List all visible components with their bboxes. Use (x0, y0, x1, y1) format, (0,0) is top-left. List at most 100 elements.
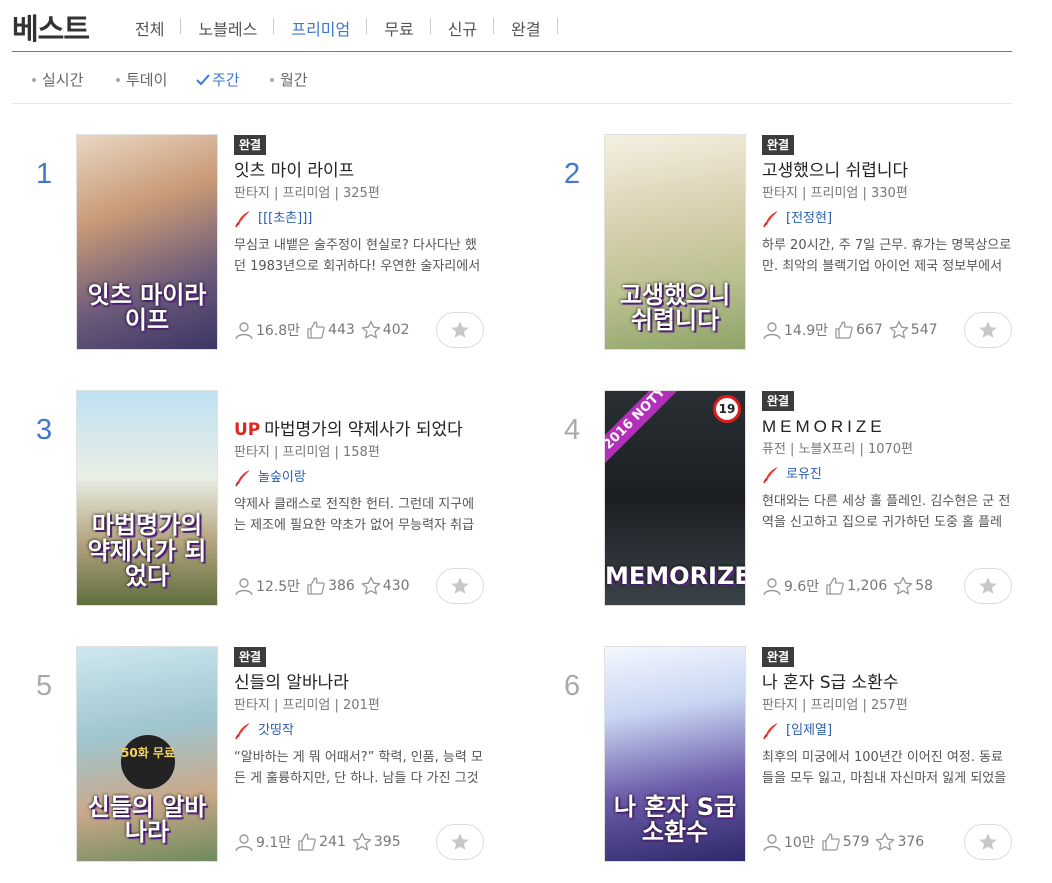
views-count: 9.6만 (784, 579, 820, 595)
book-stats: 14.9만 667 547 (762, 320, 944, 340)
ranking-item[interactable]: 1 잇츠 마이라이프 완결 잇츠 마이 라이프 판타지 | 프리미엄 | 325편 [[[… (36, 134, 516, 350)
likes-stat: 443 (306, 320, 355, 340)
book-cover[interactable]: 잇츠 마이라이프 (76, 134, 218, 350)
author-link[interactable]: 로유진 (762, 465, 1012, 485)
age-19-badge: 19 (713, 395, 741, 423)
book-title[interactable]: 나 혼자 S급 소환수 (762, 672, 1012, 694)
author-name: [임제열] (786, 723, 833, 738)
bullet-icon (270, 77, 274, 82)
stars-stat: 402 (361, 320, 410, 340)
ranking-item[interactable]: 4 2016 NOTY 19 MEMORIZE 완결 MEMORIZE 퓨전 | 노블X프리… (564, 390, 1044, 606)
rank-number: 6 (564, 670, 581, 702)
stars-count: 402 (382, 322, 410, 338)
book-cover[interactable]: 마법명가의 약제사가 되었다 (76, 390, 218, 606)
book-description: 하루 20시간, 주 7일 근무. 휴가는 명목상으로만. 최악의 블랙기업 아… (762, 238, 1012, 274)
views-count: 14.9만 (784, 323, 829, 339)
author-link[interactable]: [[[초촌]]] (234, 209, 484, 229)
book-cover[interactable]: 고생했으니 쉬렵니다 (604, 134, 746, 350)
completed-badge: 완결 (762, 391, 795, 411)
book-title[interactable]: 신들의 알바나라 (234, 672, 484, 694)
book-stats: 16.8만 443 402 (234, 320, 416, 340)
subtab-realtime[interactable]: 실시간 (32, 69, 83, 90)
tab-all[interactable]: 전체 (118, 16, 182, 40)
favorite-button[interactable] (436, 568, 484, 604)
ranking-item[interactable]: 5 50화 무료 신들의 알바나라 완결 신들의 알바나라 판타지 | 프리미엄 | 20… (36, 646, 516, 862)
completed-badge: 완결 (234, 647, 267, 667)
author-link[interactable]: 놀숲이랑 (234, 468, 484, 488)
cover-title: 신들의 알바나라 (87, 792, 207, 846)
favorite-button[interactable] (436, 312, 484, 348)
rank-number: 2 (564, 158, 581, 190)
book-title-text: 잇츠 마이 라이프 (234, 161, 355, 181)
favorite-button[interactable] (436, 824, 484, 860)
tab-new[interactable]: 신규 (431, 16, 495, 40)
author-name: [전정현] (786, 211, 833, 226)
person-icon (235, 322, 253, 340)
person-icon (763, 578, 781, 596)
favorite-button[interactable] (964, 568, 1012, 604)
likes-count: 667 (856, 322, 883, 338)
tab-premium[interactable]: 프리미엄 (274, 16, 368, 40)
author-name: 놀숲이랑 (258, 470, 306, 485)
book-title-text: 신들의 알바나라 (234, 673, 349, 693)
person-icon (235, 578, 253, 596)
book-cover[interactable]: 나 혼자 S급 소환수 (604, 646, 746, 862)
subtab-monthly[interactable]: 월간 (270, 69, 308, 90)
subtab-today[interactable]: 투데이 (116, 69, 167, 90)
ranking-item[interactable]: 3 마법명가의 약제사가 되었다 UP 마법명가의 약제사가 되었다 판타지 | 프리미… (36, 390, 516, 606)
author-link[interactable]: [전정현] (762, 209, 1012, 229)
noty-ribbon: 2016 NOTY (605, 391, 685, 469)
person-icon (235, 834, 253, 852)
author-link[interactable]: [임제열] (762, 721, 1012, 741)
subtab-label: 실시간 (42, 71, 84, 89)
book-description: “알바하는 게 뭐 어때서?” 학력, 인품, 능력 모든 게 훌륭하지만, 단… (234, 750, 483, 786)
book-title-text: MEMORIZE (762, 417, 886, 436)
ranking-item[interactable]: 6나 혼자 S급 소환수 완결 나 혼자 S급 소환수 판타지 | 프리미엄 | 25… (564, 646, 1044, 862)
stars-stat: 58 (893, 576, 933, 596)
tab-completed[interactable]: 완결 (494, 16, 559, 40)
star-outline-icon (352, 832, 372, 851)
subtab-weekly[interactable]: 주간 (196, 69, 240, 90)
subtab-label: 월간 (280, 71, 308, 89)
favorite-button[interactable] (964, 312, 1012, 348)
book-title[interactable]: 고생했으니 쉬렵니다 (762, 160, 1012, 182)
stars-stat: 430 (361, 576, 410, 596)
book-title-text: 마법명가의 약제사가 되었다 (264, 420, 463, 440)
book-meta: 판타지 | 프리미엄 | 257편 (762, 698, 908, 713)
tab-free[interactable]: 무료 (367, 16, 432, 40)
book-description: 무심코 내뱉은 술주정이 현실로? 다사다난 했던 1983년으로 회귀하다! … (234, 238, 481, 274)
stars-stat: 376 (875, 832, 924, 852)
category-tabs: 전체 노블레스 프리미엄 무료 신규 완결 (118, 16, 559, 40)
feather-pen-icon (763, 211, 778, 228)
star-filled-icon (979, 833, 997, 850)
star-outline-icon (889, 320, 909, 339)
book-title[interactable]: MEMORIZE (762, 416, 1012, 438)
book-title[interactable]: 잇츠 마이 라이프 (234, 160, 484, 182)
completed-badge: 완결 (762, 135, 795, 155)
period-tabs: 실시간 투데이 주간 월간 (12, 52, 1012, 104)
rank-number: 1 (36, 158, 53, 190)
thumbs-up-icon (822, 833, 840, 851)
views-count: 10만 (784, 835, 815, 851)
views-stat: 12.5만 (234, 576, 300, 596)
tab-noblesse[interactable]: 노블레스 (181, 16, 275, 40)
book-meta: 퓨전 | 노블X프리 | 1070편 (762, 442, 913, 457)
author-link[interactable]: 갓띵작 (234, 721, 484, 741)
favorite-button[interactable] (964, 824, 1012, 860)
book-meta: 판타지 | 프리미엄 | 158편 (234, 445, 380, 460)
rank-number: 3 (36, 414, 53, 446)
book-meta: 판타지 | 프리미엄 | 325편 (234, 186, 380, 201)
free-episodes-badge: 50화 무료 (121, 735, 175, 789)
book-title[interactable]: UP 마법명가의 약제사가 되었다 (234, 419, 484, 441)
subtab-label: 투데이 (126, 71, 168, 89)
book-cover[interactable]: 2016 NOTY 19 MEMORIZE (604, 390, 746, 606)
header: 베스트 전체 노블레스 프리미엄 무료 신규 완결 (12, 0, 1012, 52)
cover-title: 나 혼자 S급 소환수 (613, 792, 737, 846)
views-count: 16.8만 (256, 323, 301, 339)
feather-pen-icon (235, 211, 250, 228)
book-cover[interactable]: 50화 무료 신들의 알바나라 (76, 646, 218, 862)
ranking-item[interactable]: 2 고생했으니 쉬렵니다 완결 고생했으니 쉬렵니다 판타지 | 프리미엄 | 330편… (564, 134, 1044, 350)
book-description: 최후의 미궁에서 100년간 이어진 여정. 동료들을 모두 잃고, 마침내 자… (762, 750, 1007, 786)
up-badge: UP (234, 420, 261, 440)
likes-stat: 667 (834, 320, 883, 340)
